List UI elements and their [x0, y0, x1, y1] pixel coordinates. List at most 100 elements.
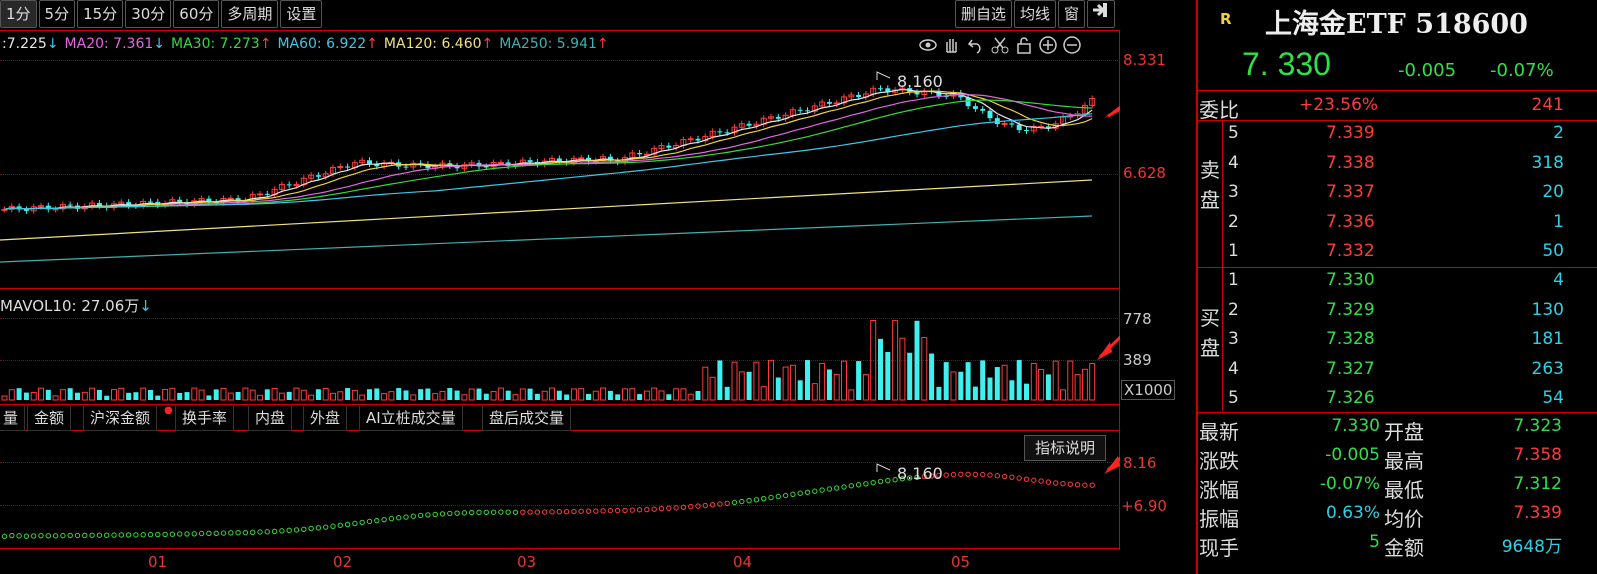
tab-inner[interactable]: 内盘 — [248, 406, 293, 431]
volume-bar — [213, 389, 219, 400]
volume-bar — [870, 320, 877, 401]
indicator-dot — [1089, 482, 1095, 488]
volume-bar — [52, 395, 59, 401]
indicator-dot — [191, 531, 198, 537]
buy-level-row[interactable]: 1 7.330 4 — [1226, 270, 1596, 296]
volume-bar — [126, 392, 132, 400]
tab-hs-amount[interactable]: 沪深金额 — [83, 406, 158, 431]
tab-amount[interactable]: 金额 — [27, 406, 72, 431]
indicator-dot — [855, 482, 862, 488]
tab-turnover[interactable]: 换手率 — [175, 406, 235, 431]
volume-bar — [425, 388, 431, 400]
candle — [826, 102, 832, 104]
indicator-explain-button[interactable]: 指标说明 — [1024, 435, 1107, 461]
buy-level-row[interactable]: 3 7.328 181 — [1226, 329, 1596, 355]
indicator-dot — [812, 488, 818, 494]
indicator-dot — [220, 530, 227, 536]
price-axis-high: 8.331 — [1123, 51, 1166, 69]
volume-bar — [235, 391, 241, 400]
indicator-dot — [330, 523, 336, 529]
volume-bar — [23, 392, 29, 400]
ma-line — [4, 99, 1093, 210]
volume-bar — [432, 393, 439, 401]
indicator-dot — [82, 532, 88, 539]
tab-outer[interactable]: 外盘 — [303, 406, 348, 431]
buy-level-row[interactable]: 5 7.326 54 — [1226, 388, 1596, 414]
stat-label: 涨幅 — [1199, 478, 1239, 502]
volume-bar — [907, 352, 913, 400]
volume-bar — [994, 367, 1000, 400]
vol-axis-mid: 389 — [1123, 351, 1152, 369]
volume-bar — [351, 389, 358, 401]
kline-chart[interactable] — [0, 0, 1120, 574]
volume-bar — [330, 392, 336, 401]
volume-bar — [958, 371, 964, 400]
volume-bar — [249, 389, 256, 401]
candle — [337, 166, 344, 169]
indicator-dot — [512, 509, 519, 515]
indicator-dot — [1023, 476, 1030, 482]
sell-level-row[interactable]: 1 7.332 50 — [1226, 241, 1596, 267]
sell-level-row[interactable]: 3 7.337 20 — [1226, 182, 1596, 208]
sell-level-row[interactable]: 5 7.339 2 — [1226, 123, 1596, 149]
volume-bar — [965, 362, 971, 400]
tab-volume[interactable]: 量 — [0, 406, 26, 431]
volume-bar — [206, 395, 212, 400]
volume-bar — [490, 390, 497, 401]
level-number: 5 — [1228, 388, 1239, 408]
volume-bar — [264, 389, 270, 400]
candle — [293, 184, 300, 187]
security-title: 上海金ETF 518600 — [1265, 9, 1528, 40]
volume-bar — [819, 362, 826, 401]
indicator-dot — [1060, 480, 1066, 487]
indicator-dot — [1038, 478, 1044, 484]
indicator-dot — [89, 532, 95, 538]
indicator-dot — [133, 532, 139, 538]
volume-bar — [198, 389, 205, 401]
indicator-dot — [498, 509, 504, 515]
volume-bar — [600, 387, 607, 401]
tab-after-hours[interactable]: 盘后成交量 — [482, 406, 572, 431]
indicator-dot — [965, 471, 971, 477]
sell-level-row[interactable]: 4 7.338 318 — [1226, 153, 1596, 179]
volume-bar — [651, 387, 658, 401]
indicator-dot — [1009, 474, 1015, 480]
indicator-dot — [972, 471, 979, 478]
indicator-dot — [52, 533, 59, 539]
indicator-dot — [388, 515, 395, 522]
indicator-dot — [600, 508, 606, 514]
volume-bar — [775, 377, 781, 400]
indicator-dot — [709, 502, 716, 508]
candle — [483, 166, 489, 168]
sell-level-row[interactable]: 2 7.336 1 — [1226, 212, 1596, 238]
volume-bar — [1067, 360, 1074, 401]
candle — [695, 138, 701, 141]
candle — [177, 199, 183, 202]
buy-level-row[interactable]: 4 7.327 263 — [1226, 359, 1596, 385]
indicator-dot — [432, 511, 438, 518]
buy-level-row[interactable]: 2 7.329 130 — [1226, 300, 1596, 326]
indicator-dot — [461, 510, 468, 516]
volume-bar — [541, 390, 548, 401]
level-number: 4 — [1228, 152, 1239, 173]
level-volume: 2 — [1553, 123, 1564, 143]
indicator-dot — [629, 507, 635, 513]
volume-bar — [45, 389, 51, 400]
stat-value: 7.312 — [1513, 474, 1562, 494]
volume-bar — [921, 337, 928, 401]
indicator-dot — [359, 519, 365, 526]
tab-ai-volume[interactable]: AI立桩成交量 — [359, 406, 463, 431]
indicator-dot — [666, 505, 672, 511]
stat-label: 金额 — [1384, 536, 1424, 560]
indicator-dot — [257, 529, 263, 535]
volume-bar — [1038, 368, 1045, 401]
month-label: 03 — [517, 553, 537, 571]
level-volume: 130 — [1531, 299, 1564, 320]
level-volume: 318 — [1531, 152, 1564, 173]
volume-bar — [885, 351, 891, 400]
level-price: 7.339 — [1326, 123, 1375, 143]
indicator-dot — [16, 533, 22, 539]
volume-bar — [878, 338, 883, 400]
indicator-dot — [96, 532, 103, 538]
volume-bar — [833, 373, 840, 401]
